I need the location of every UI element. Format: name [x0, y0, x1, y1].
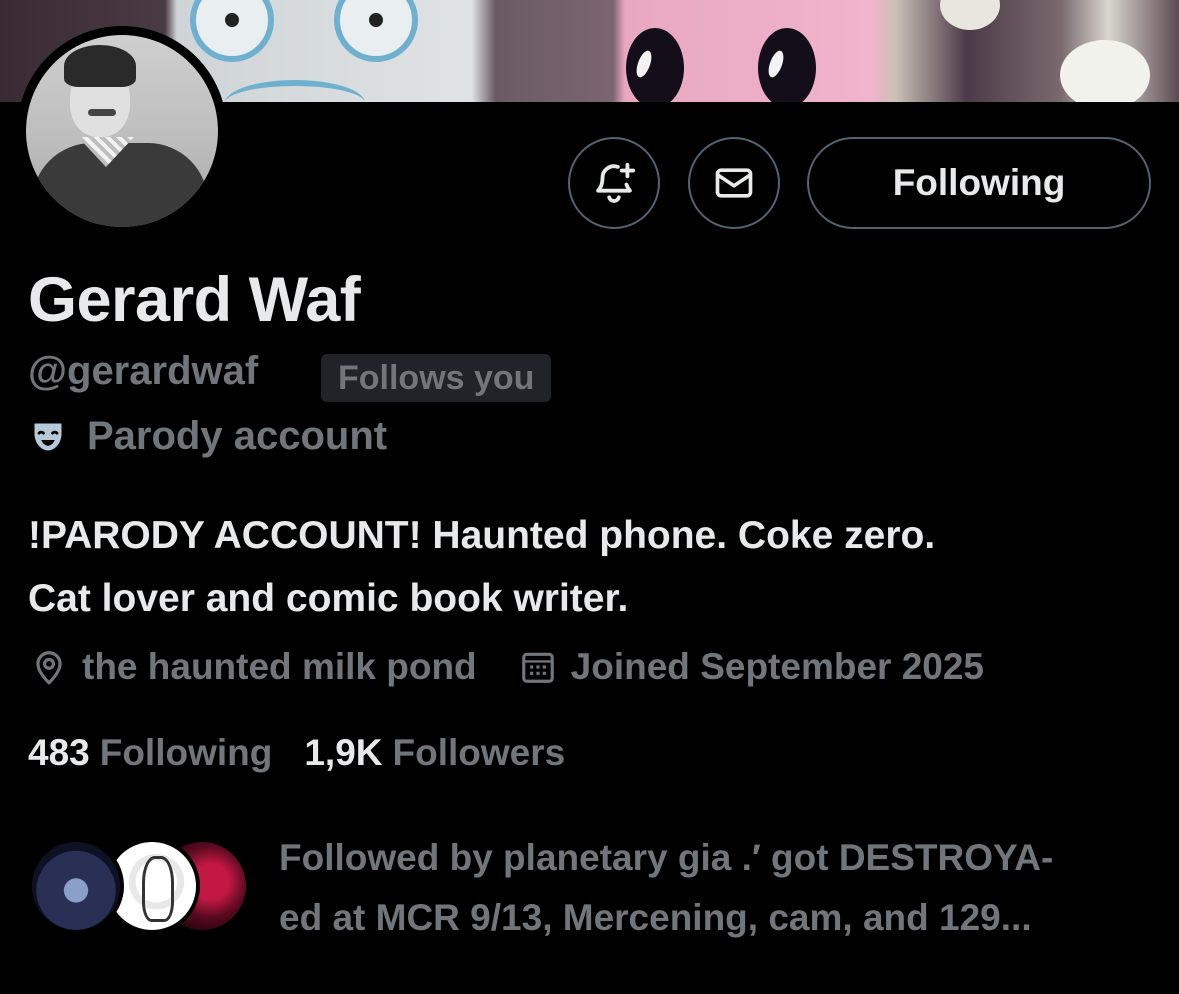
following-count: 483: [28, 732, 90, 773]
banner-flower: [940, 0, 1000, 30]
joined-item: Joined September 2025: [519, 646, 984, 688]
bio-line: Cat lover and comic book writer.: [28, 577, 629, 620]
followed-by-text[interactable]: Followed by planetary gia .′ got DESTROY…: [279, 828, 1159, 948]
banner-mouth: [225, 80, 365, 102]
location-text: the haunted milk pond: [82, 646, 477, 687]
followers-count: 1,9K: [304, 732, 383, 773]
theater-mask-icon: [30, 417, 70, 457]
location-item: the haunted milk pond: [30, 646, 477, 688]
display-name: Gerard Waf: [28, 265, 361, 335]
bio-line: !PARODY ACCOUNT! Haunted phone. Coke zer…: [28, 514, 936, 557]
profile-meta: the haunted milk pond Joined September 2…: [30, 646, 984, 688]
parody-account-label: Parody account: [87, 414, 388, 458]
banner-pink-eye-right: [758, 28, 816, 102]
mail-icon: [715, 168, 753, 198]
user-handle: @gerardwaf: [28, 349, 259, 393]
following-label: Following: [99, 732, 273, 773]
follow-stats: 483 Following 1,9K Followers: [28, 732, 565, 774]
location-pin-icon: [36, 651, 62, 685]
mutual-avatar: [28, 838, 124, 934]
followed-by-line: ed at MCR 9/13, Mercening, cam, and 129.…: [279, 897, 1032, 938]
followed-by-line: Followed by planetary gia .′ got DESTROY…: [279, 837, 1054, 878]
notifications-button[interactable]: [568, 137, 660, 229]
mutual-followers-avatars[interactable]: [28, 838, 258, 938]
bell-plus-icon: [596, 162, 636, 203]
banner-eye-left: [190, 0, 274, 62]
parody-label-row: Parody account: [30, 414, 387, 459]
joined-date-text: Joined September 2025: [570, 646, 985, 687]
profile-bio: !PARODY ACCOUNT! Haunted phone. Coke zer…: [28, 504, 1148, 630]
banner-pink-eye-left: [626, 28, 684, 102]
profile-avatar[interactable]: [17, 26, 227, 236]
banner-flower: [1060, 40, 1150, 102]
followers-stat-link[interactable]: 1,9K Followers: [304, 732, 565, 774]
following-stat-link[interactable]: 483 Following: [28, 732, 272, 774]
following-button[interactable]: Following: [807, 137, 1151, 229]
avatar-photo: [26, 35, 218, 227]
followers-label: Followers: [392, 732, 566, 773]
banner-eye-right: [334, 0, 418, 62]
follows-you-badge: Follows you: [321, 354, 552, 402]
message-button[interactable]: [688, 137, 780, 229]
calendar-icon: [521, 652, 554, 683]
